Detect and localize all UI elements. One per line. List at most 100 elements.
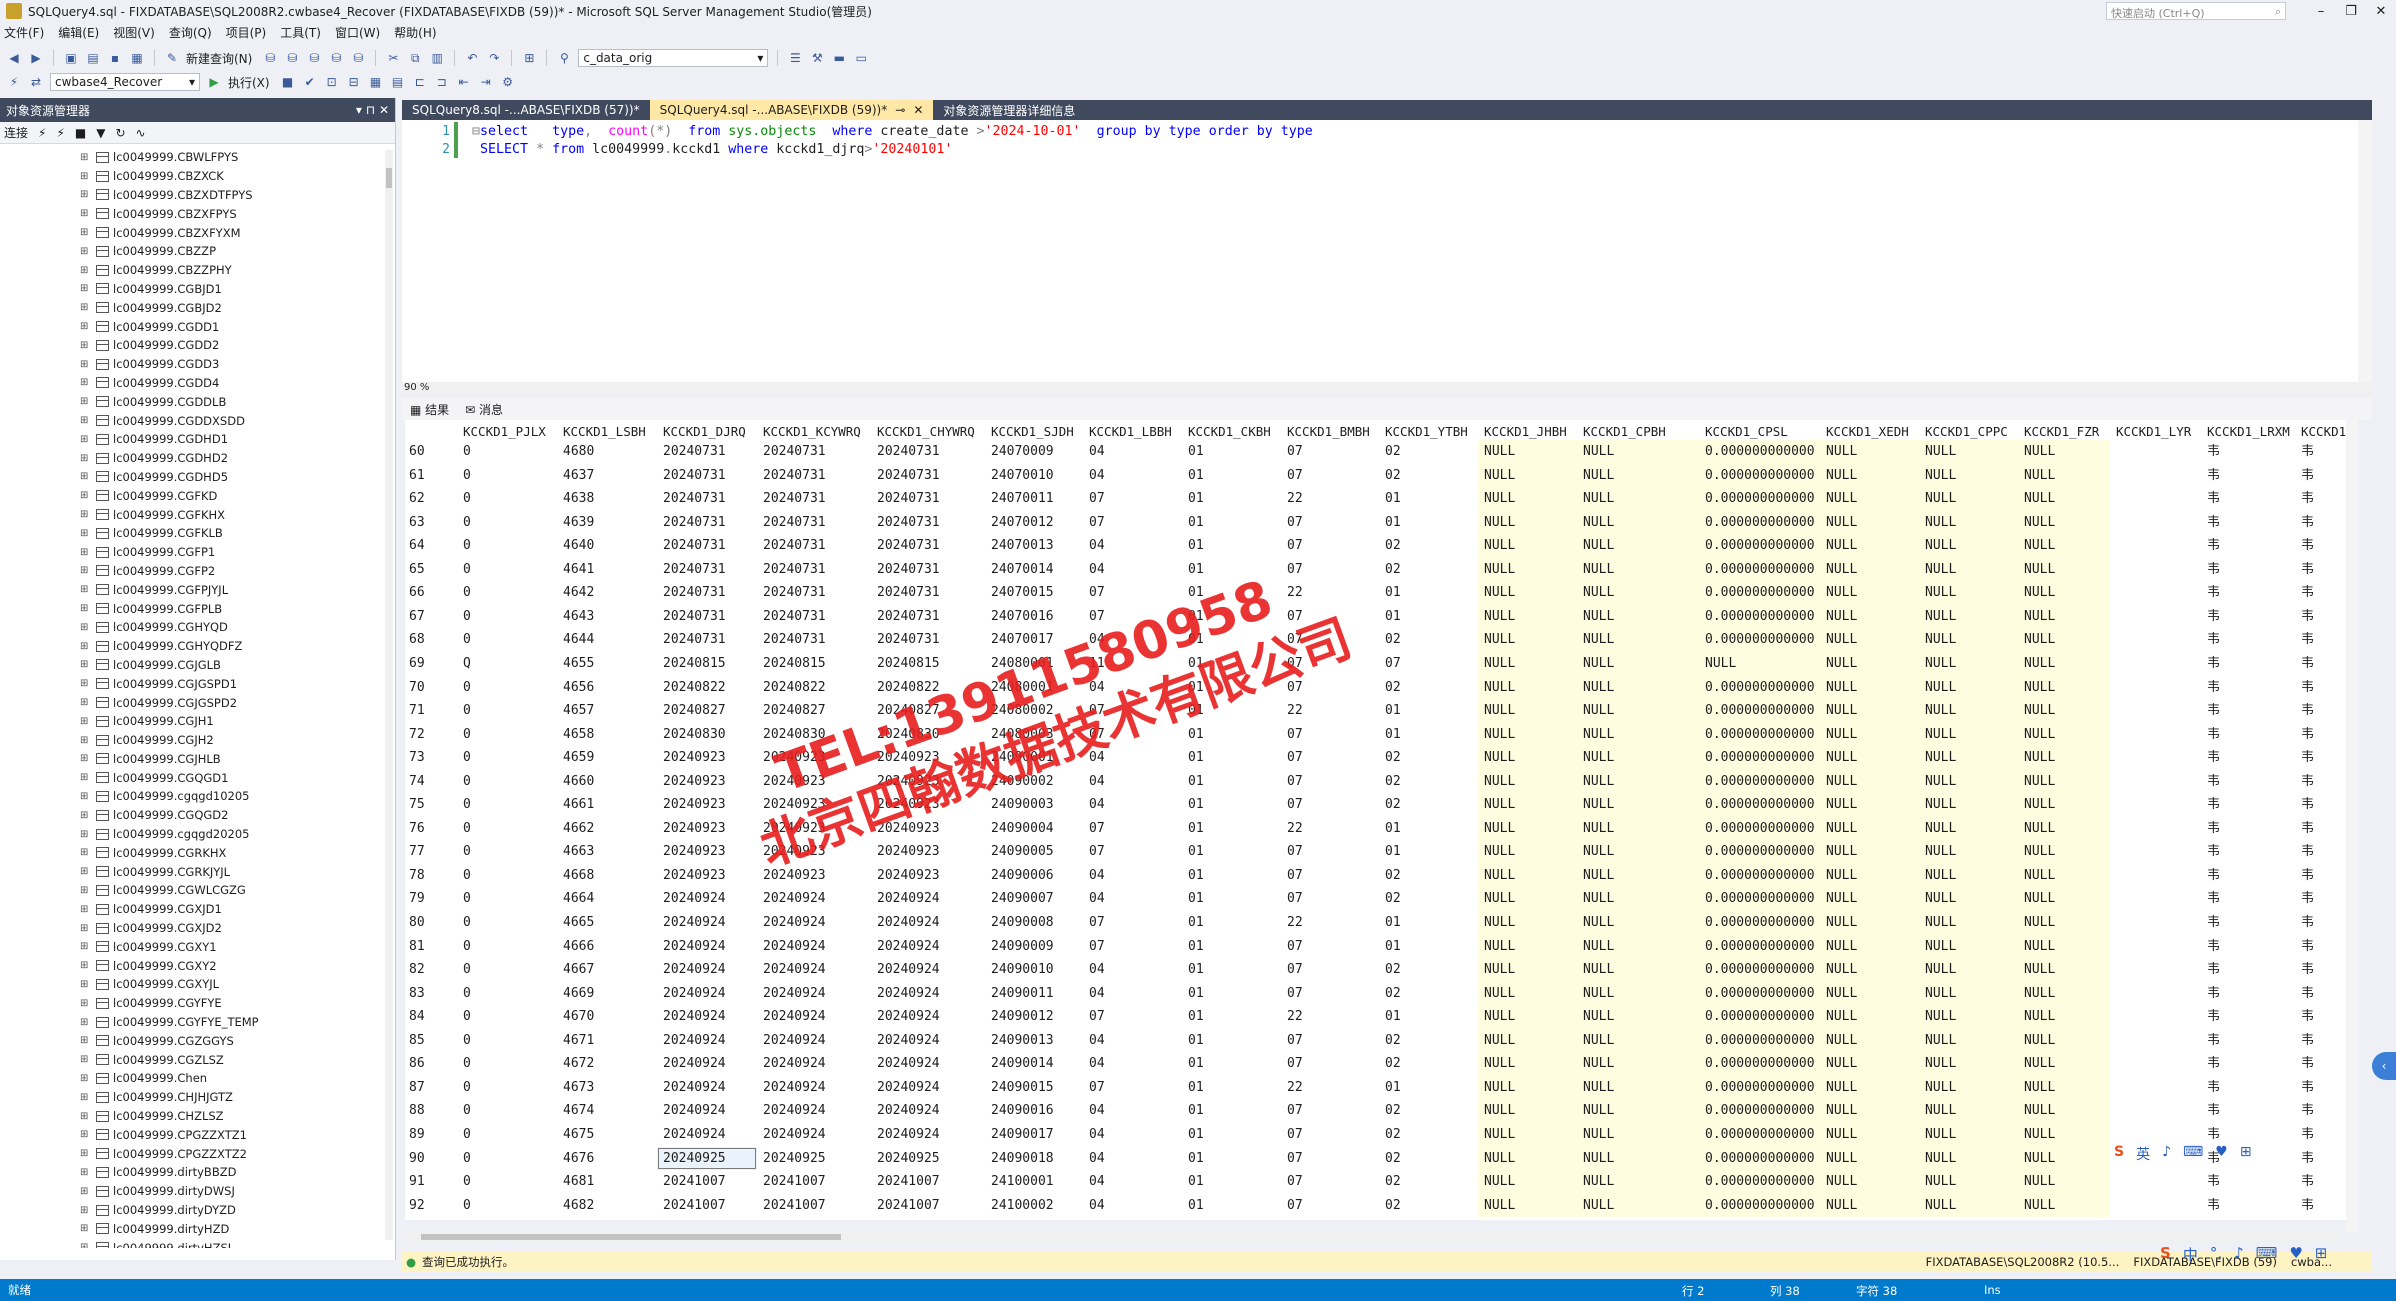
tree-item-table[interactable]: ⊞ lc0049999.CGYFYE xyxy=(0,994,384,1013)
grid-cell[interactable]: 20240924 xyxy=(871,982,985,1006)
grid-cell[interactable]: 20240924 xyxy=(657,1005,757,1029)
table-row[interactable]: 65 0 4641 20240731 20240731 20240731 24070014 0… xyxy=(405,557,2350,582)
grid-cell[interactable] xyxy=(2110,1005,2201,1029)
grid-cell[interactable]: 韦 xyxy=(2295,581,2350,605)
pin-icon[interactable]: ⊸ xyxy=(895,103,905,117)
grid-cell[interactable]: 07 xyxy=(1281,746,1379,770)
tree-item-table[interactable]: ⊞ lc0049999.CBWLFPYS xyxy=(0,148,384,167)
grid-cell[interactable] xyxy=(2110,511,2201,535)
grid-cell[interactable]: NULL xyxy=(1820,487,1919,511)
expand-icon[interactable]: ⊞ xyxy=(80,904,90,915)
grid-cell[interactable]: NULL xyxy=(1820,675,1919,700)
new-project-icon[interactable]: ▣ xyxy=(63,50,79,66)
expand-icon[interactable]: ⊞ xyxy=(80,603,90,614)
disconnect-icon[interactable]: ⚡ xyxy=(56,126,64,140)
grid-cell[interactable]: 20240830 xyxy=(871,723,985,747)
grid-cell[interactable]: 韦 xyxy=(2201,581,2295,605)
grid-cell[interactable]: 0 xyxy=(457,1076,557,1100)
grid-cell[interactable]: NULL xyxy=(1478,463,1577,488)
menu-view[interactable]: 视图(V) xyxy=(113,24,155,41)
grid-cell[interactable]: 20240924 xyxy=(657,1076,757,1100)
grid-cell[interactable]: NULL xyxy=(2018,1193,2110,1218)
expand-icon[interactable]: ⊞ xyxy=(80,847,90,858)
grid-cell[interactable]: 4664 xyxy=(557,887,657,911)
grid-cell[interactable]: NULL xyxy=(1478,534,1577,558)
grid-cell[interactable]: 0.000000000000 xyxy=(1699,934,1820,959)
table-row[interactable]: 76 0 4662 20240923 20240923 20240923 24090004 0… xyxy=(405,816,2350,841)
grid-cell[interactable]: 4680 xyxy=(557,440,657,464)
refresh-icon[interactable]: ↻ xyxy=(115,126,125,140)
grid-cell[interactable]: 24070010 xyxy=(985,464,1083,488)
grid-cell[interactable]: NULL xyxy=(1577,487,1699,511)
grid-cell[interactable]: NULL xyxy=(1919,440,2018,464)
tree-item-table[interactable]: ⊞ lc0049999.CGHYQD xyxy=(0,618,384,637)
grid-cell[interactable]: NULL xyxy=(1919,510,2018,535)
grid-cell[interactable]: 02 xyxy=(1379,887,1478,911)
grid-cell[interactable]: NULL xyxy=(1919,581,2018,605)
grid-cell[interactable]: 24090014 xyxy=(985,1052,1083,1076)
tree-item-table[interactable]: ⊞ lc0049999.CGBJD1 xyxy=(0,280,384,299)
grid-cell[interactable]: 韦 xyxy=(2201,887,2295,911)
grid-cell[interactable]: 0.000000000000 xyxy=(1699,1193,1820,1218)
grid-cell[interactable] xyxy=(2110,911,2201,935)
grid-cell[interactable]: NULL xyxy=(1478,958,1577,982)
tree-item-table[interactable]: ⊞ lc0049999.CGHYQDFZ xyxy=(0,637,384,656)
grid-cell[interactable]: 04 xyxy=(1083,676,1182,700)
grid-cell[interactable]: 韦 xyxy=(2295,887,2350,911)
expand-icon[interactable]: ⊞ xyxy=(80,998,90,1009)
grid-cell[interactable]: 20240731 xyxy=(757,628,871,652)
grid-cell[interactable]: 24070013 xyxy=(985,534,1083,558)
grid-cell[interactable]: 20240815 xyxy=(657,652,757,676)
expand-icon[interactable]: ⊞ xyxy=(80,753,90,764)
grid-cell[interactable]: NULL xyxy=(1478,1005,1577,1029)
grid-cell[interactable]: 24070015 xyxy=(985,581,1083,605)
grid-cell[interactable]: NULL xyxy=(2018,557,2110,582)
grid-cell[interactable]: 0.000000000000 xyxy=(1699,793,1820,817)
expand-icon[interactable]: ⊞ xyxy=(80,885,90,896)
grid-cell[interactable]: NULL xyxy=(1577,440,1699,464)
grid-cell[interactable]: 24090015 xyxy=(985,1076,1083,1100)
tab-results[interactable]: ▦ 结果 xyxy=(410,401,449,418)
grid-cell[interactable]: 20240830 xyxy=(657,723,757,747)
grid-cell[interactable]: 20240924 xyxy=(871,887,985,911)
expand-icon[interactable]: ⊞ xyxy=(80,1092,90,1103)
grid-cell[interactable]: 4668 xyxy=(557,864,657,888)
grid-cell[interactable]: 04 xyxy=(1083,558,1182,582)
grid-cell[interactable]: 07 xyxy=(1281,935,1379,959)
grid-cell[interactable]: 01 xyxy=(1182,1194,1281,1218)
grid-cell[interactable]: 0.000000000000 xyxy=(1699,675,1820,700)
query-options-icon[interactable]: ⊟ xyxy=(346,74,362,90)
tree-item-table[interactable]: ⊞ lc0049999.CGFP2 xyxy=(0,562,384,581)
grid-cell[interactable]: 20240731 xyxy=(757,605,871,629)
grid-cell[interactable]: 20240827 xyxy=(657,699,757,723)
change-connection-icon[interactable]: ⇄ xyxy=(28,74,44,90)
grid-cell[interactable]: 20240923 xyxy=(871,864,985,888)
grid-cell[interactable]: 20240924 xyxy=(871,935,985,959)
grid-cell[interactable]: 20241007 xyxy=(657,1170,757,1194)
copy-icon[interactable]: ⧉ xyxy=(407,50,423,66)
tab-messages[interactable]: ✉ 消息 xyxy=(465,401,503,418)
grid-cell[interactable]: NULL xyxy=(2018,463,2110,488)
grid-cell[interactable]: NULL xyxy=(1577,651,1699,676)
grid-cell[interactable]: 韦 xyxy=(2295,746,2350,770)
grid-cell[interactable]: 20240923 xyxy=(657,864,757,888)
tree-item-table[interactable]: ⊞ lc0049999.CGDHD5 xyxy=(0,468,384,487)
grid-cell[interactable]: 01 xyxy=(1182,699,1281,723)
editor-vertical-scrollbar[interactable] xyxy=(2358,120,2372,382)
grid-cell[interactable]: 01 xyxy=(1379,723,1478,747)
grid-cell[interactable]: 01 xyxy=(1182,746,1281,770)
expand-icon[interactable]: ⊞ xyxy=(80,302,90,313)
table-row[interactable]: 62 0 4638 20240731 20240731 20240731 24070011 0… xyxy=(405,487,2350,511)
grid-cell[interactable]: NULL xyxy=(2018,510,2110,535)
table-row[interactable]: 88 0 4674 20240924 20240924 20240924 24090016 0… xyxy=(405,1099,2350,1123)
expand-icon[interactable]: ⊞ xyxy=(80,1073,90,1084)
grid-cell[interactable]: 01 xyxy=(1182,676,1281,700)
tree-item-table[interactable]: ⊞ lc0049999.dirtyHZSJ xyxy=(0,1238,384,1248)
grid-cell[interactable]: 0 xyxy=(457,911,557,935)
grid-cell[interactable]: 4640 xyxy=(557,534,657,558)
grid-cell[interactable]: 韦 xyxy=(2295,628,2350,652)
table-row[interactable]: 67 0 4643 20240731 20240731 20240731 24070016 0… xyxy=(405,604,2350,629)
microphone-icon[interactable]: ♪ xyxy=(2234,1244,2244,1265)
grid-cell[interactable]: NULL xyxy=(1820,628,1919,652)
code-line-1[interactable]: ⊟select type, count(*) from sys.objects … xyxy=(472,124,1313,139)
